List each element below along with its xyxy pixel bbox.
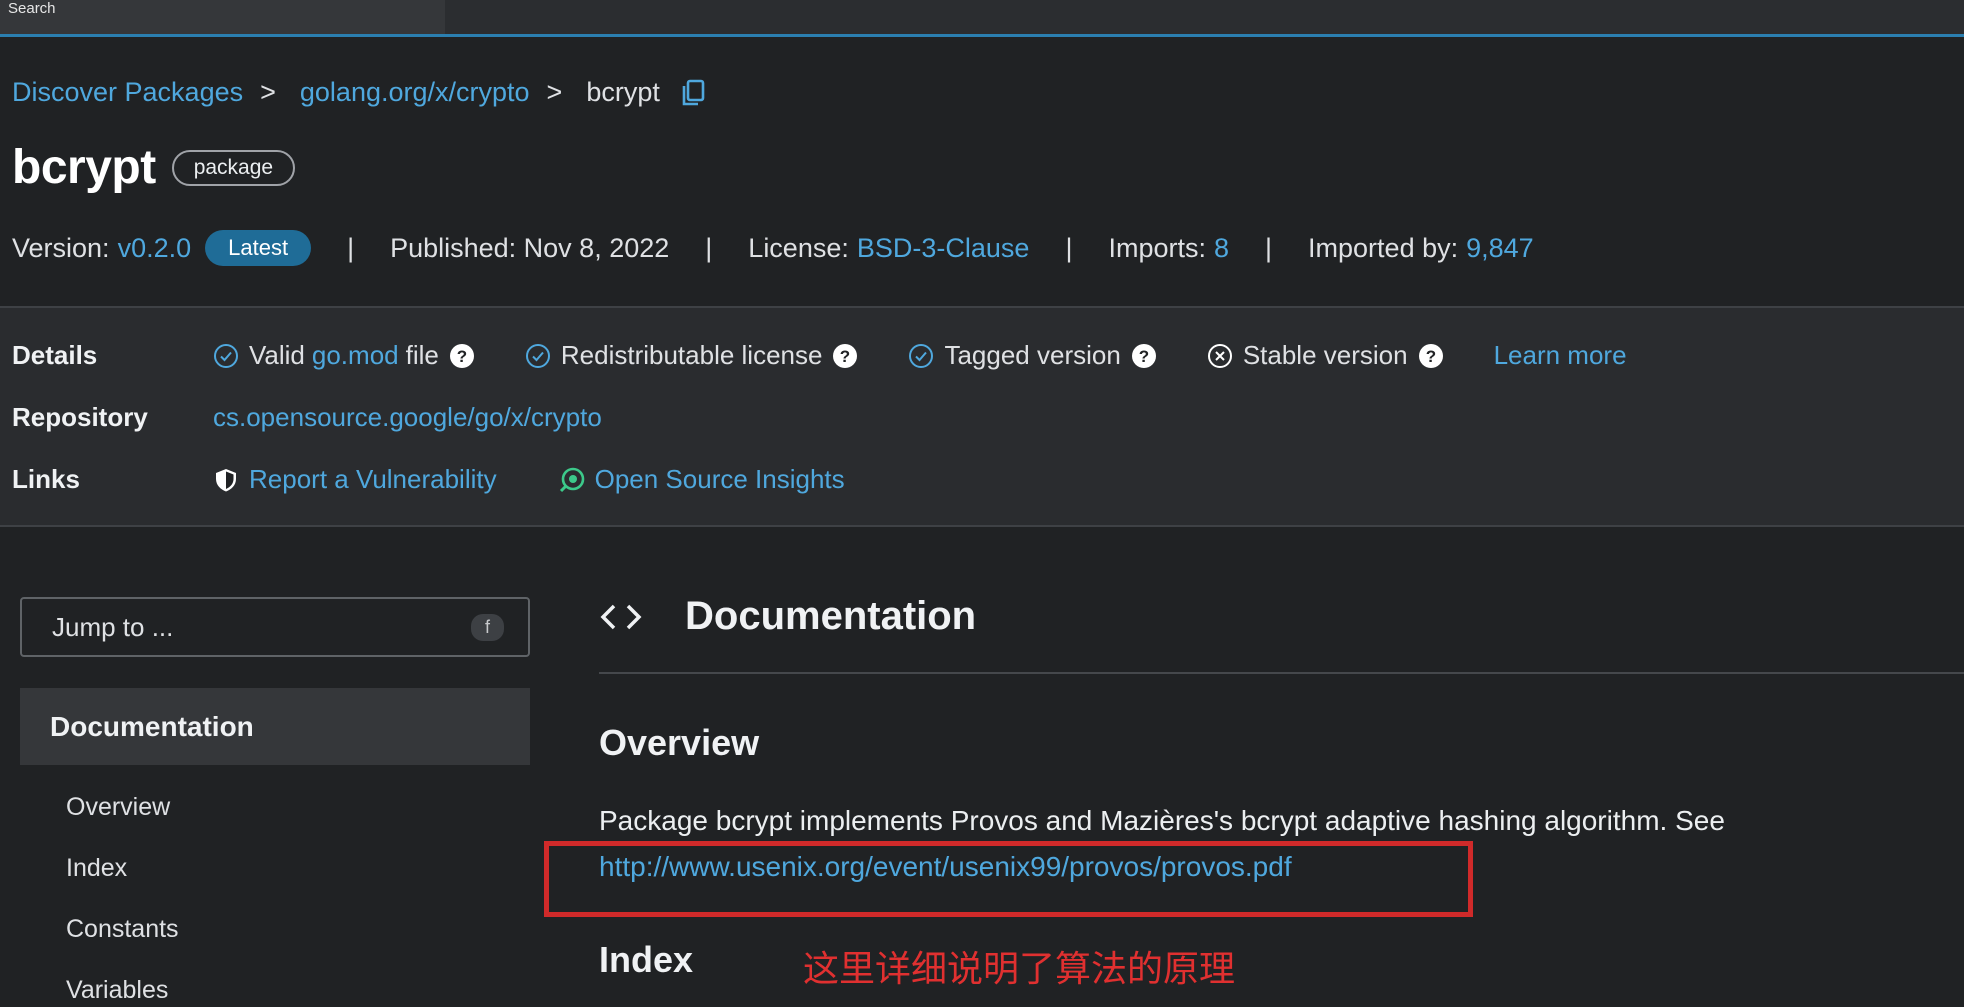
title-row: bcrypt package xyxy=(12,140,296,195)
open-source-insights-link[interactable]: Open Source Insights xyxy=(595,464,845,495)
breadcrumb-module[interactable]: golang.org/x/crypto xyxy=(300,77,530,108)
index-heading: Index xyxy=(599,939,694,980)
annotation-highlight-box xyxy=(544,841,1473,917)
tagged-label: Tagged version xyxy=(944,340,1121,370)
check-circle-icon xyxy=(909,343,934,368)
breadcrumb-separator: > xyxy=(260,77,276,107)
valid-prefix: Valid xyxy=(249,340,305,370)
learn-more-link[interactable]: Learn more xyxy=(1494,340,1627,371)
redistributable-item: Redistributable license ? xyxy=(525,340,859,371)
package-meta: Version: v0.2.0 Latest | Published: Nov … xyxy=(12,230,1534,266)
details-panel: Details Valid go.mod file ? Redistributa… xyxy=(0,306,1964,527)
version-label: Version: xyxy=(12,232,110,263)
shield-icon xyxy=(216,468,236,491)
valid-suffix: file xyxy=(405,340,439,370)
help-icon[interactable]: ? xyxy=(1131,343,1157,369)
documentation-title: Documentation xyxy=(685,594,977,638)
breadcrumb-current: bcrypt xyxy=(586,77,660,107)
x-circle-icon xyxy=(1207,343,1232,368)
stable-label: Stable version xyxy=(1242,340,1408,370)
meta-divider: | xyxy=(1065,232,1073,263)
help-icon[interactable]: ? xyxy=(1418,343,1444,369)
code-icon xyxy=(600,604,642,629)
imported-by-label: Imported by: xyxy=(1308,232,1459,263)
package-header: Discover Packages > golang.org/x/crypto … xyxy=(0,37,1964,306)
sidebar-item-index[interactable]: Index xyxy=(66,854,127,883)
sidebar-section-label: Documentation xyxy=(50,710,254,742)
tagged-item: Tagged version ? xyxy=(908,340,1156,371)
help-icon[interactable]: ? xyxy=(832,343,858,369)
check-circle-icon xyxy=(214,343,238,368)
gomod-link[interactable]: go.mod xyxy=(312,340,399,371)
jump-placeholder: Jump to ... xyxy=(52,611,174,642)
latest-badge: Latest xyxy=(205,230,312,266)
jump-to-input[interactable]: Jump to ... f xyxy=(20,597,530,657)
svg-text:?: ? xyxy=(1139,347,1149,366)
breadcrumb: Discover Packages > golang.org/x/crypto … xyxy=(12,77,706,108)
overview-text: Package bcrypt implements Provos and Maz… xyxy=(599,805,1725,836)
jump-shortcut-key: f xyxy=(470,613,504,641)
valid-gomod-item: Valid go.mod file ? xyxy=(213,340,475,371)
meta-divider: | xyxy=(1265,232,1273,263)
package-kind-chip: package xyxy=(171,149,296,186)
meta-divider: | xyxy=(705,232,713,263)
search-input[interactable]: Search xyxy=(0,0,445,34)
copy-icon[interactable] xyxy=(680,79,706,107)
details-label: Details xyxy=(12,340,98,370)
sidebar-item-variables[interactable]: Variables xyxy=(66,976,168,1005)
imports-link[interactable]: 8 xyxy=(1214,233,1229,264)
sidebar-item-constants[interactable]: Constants xyxy=(66,915,179,944)
help-icon[interactable]: ? xyxy=(449,343,475,369)
details-row: Details Valid go.mod file ? Redistributa… xyxy=(12,340,1627,371)
repository-link[interactable]: cs.opensource.google/go/x/crypto xyxy=(213,402,602,433)
version-link[interactable]: v0.2.0 xyxy=(118,233,192,264)
insights-icon xyxy=(559,467,584,492)
repository-row: Repository cs.opensource.google/go/x/cry… xyxy=(12,402,602,433)
repository-label: Repository xyxy=(12,402,148,432)
divider xyxy=(599,672,1964,674)
imports-label: Imports: xyxy=(1108,232,1206,263)
stable-item: Stable version ? xyxy=(1207,340,1444,371)
breadcrumb-separator: > xyxy=(546,77,563,107)
overview-heading: Overview xyxy=(599,722,760,763)
top-bar: Search xyxy=(0,0,1964,37)
report-vuln-item[interactable]: Report a Vulnerability xyxy=(213,464,497,495)
links-row: Links Report a Vulnerability Open Source… xyxy=(12,464,895,495)
published-date: Published: Nov 8, 2022 xyxy=(390,232,670,263)
svg-text:?: ? xyxy=(1425,347,1435,366)
annotation-text: 这里详细说明了算法的原理 xyxy=(803,949,1236,990)
report-vulnerability-link[interactable]: Report a Vulnerability xyxy=(249,464,497,495)
links-label: Links xyxy=(12,464,80,494)
license-label: License: xyxy=(748,232,849,263)
search-label: Search xyxy=(8,0,56,17)
svg-text:?: ? xyxy=(840,347,850,366)
svg-text:?: ? xyxy=(457,347,467,366)
documentation-header: Documentation xyxy=(599,594,976,639)
license-link[interactable]: BSD-3-Clause xyxy=(857,233,1030,264)
redistributable-label: Redistributable license xyxy=(560,340,823,370)
sidebar-section-documentation[interactable]: Documentation xyxy=(20,688,530,765)
sidebar-item-overview[interactable]: Overview xyxy=(66,793,170,822)
imported-by-link[interactable]: 9,847 xyxy=(1466,233,1534,264)
meta-divider: | xyxy=(347,232,355,263)
breadcrumb-discover-packages[interactable]: Discover Packages xyxy=(12,77,243,108)
page-title: bcrypt xyxy=(12,141,156,194)
insights-item[interactable]: Open Source Insights xyxy=(559,464,845,495)
check-circle-icon xyxy=(525,343,550,368)
